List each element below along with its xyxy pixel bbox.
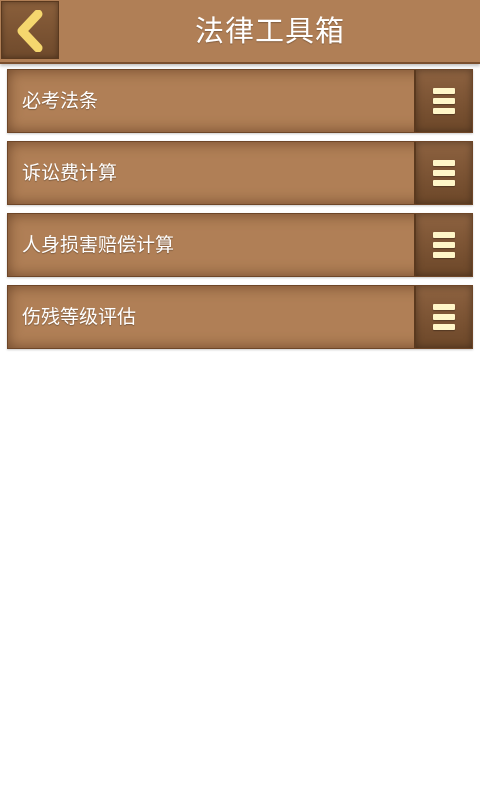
list-item-litigation-fee[interactable]: 诉讼费计算 [7,141,473,205]
list-item-label: 伤残等级评估 [22,306,137,328]
menu-button[interactable] [414,70,472,132]
list-item-label: 诉讼费计算 [22,162,118,184]
tool-list: 必考法条 诉讼费计算 人身损害赔偿计算 伤残等级评估 [7,69,473,357]
list-item-injury-compensation[interactable]: 人身损害赔偿计算 [7,213,473,277]
list-item-label: 人身损害赔偿计算 [22,234,175,256]
menu-button[interactable] [414,142,472,204]
page-title: 法律工具箱 [194,14,345,48]
back-button[interactable] [1,1,59,59]
list-item-disability-assessment[interactable]: 伤残等级评估 [7,285,473,349]
menu-button[interactable] [414,286,472,348]
list-item-label: 必考法条 [22,90,99,112]
menu-icon [433,160,455,186]
menu-icon [433,304,455,330]
menu-icon [433,232,455,258]
menu-icon [433,88,455,114]
top-bar: 法律工具箱 [0,0,480,64]
list-item-required-laws[interactable]: 必考法条 [7,69,473,133]
menu-button[interactable] [414,214,472,276]
chevron-left-icon [17,10,43,52]
